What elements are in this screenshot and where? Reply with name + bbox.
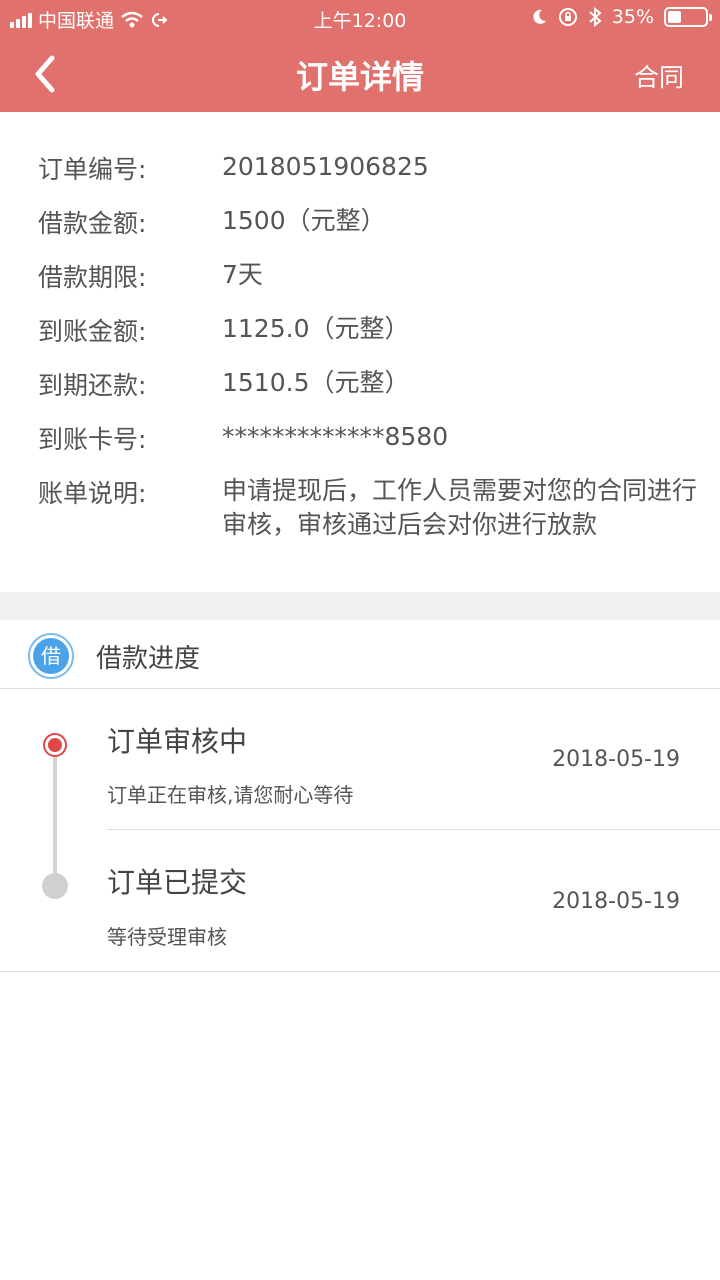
detail-label: 借款期限: bbox=[38, 263, 147, 292]
header: 中国联通 上午12:00 35% 订单详情 合同 bbox=[0, 0, 720, 112]
detail-value: 1510.5（元整） bbox=[222, 368, 410, 397]
step-divider bbox=[107, 829, 720, 830]
timeline-dot-inactive bbox=[42, 873, 68, 899]
detail-label: 到账卡号: bbox=[38, 425, 147, 454]
step-desc: 订单正在审核,请您耐心等待 bbox=[107, 783, 354, 807]
detail-label: 到期还款: bbox=[38, 371, 147, 400]
battery-percent: 35% bbox=[611, 6, 654, 28]
loan-badge-icon: 借 bbox=[28, 633, 74, 679]
contract-button[interactable]: 合同 bbox=[634, 58, 684, 94]
detail-label: 到账金额: bbox=[38, 317, 147, 346]
detail-value: 2018051906825 bbox=[222, 152, 429, 181]
detail-value: 1500（元整） bbox=[222, 206, 386, 235]
step-date: 2018-05-19 bbox=[552, 747, 680, 772]
step-date: 2018-05-19 bbox=[552, 889, 680, 914]
detail-value: 申请提现后，工作人员需要对您的合同进行审核，审核通过后会对你进行放款 bbox=[222, 476, 698, 539]
chevron-left-icon bbox=[35, 55, 55, 93]
status-right: 35% bbox=[530, 6, 712, 28]
detail-value: 1125.0（元整） bbox=[222, 314, 410, 343]
badge-label: 借 bbox=[33, 638, 69, 674]
timeline-line bbox=[53, 746, 57, 886]
battery-icon bbox=[664, 7, 712, 27]
progress-timeline: 订单审核中 2018-05-19 订单正在审核,请您耐心等待 订单已提交 201… bbox=[0, 690, 720, 972]
detail-value: 7天 bbox=[222, 260, 263, 289]
rotation-lock-icon bbox=[558, 8, 577, 26]
section-divider bbox=[0, 592, 720, 620]
nav-bar: 订单详情 合同 bbox=[0, 36, 720, 112]
progress-title: 借款进度 bbox=[96, 644, 201, 674]
detail-label: 借款金额: bbox=[38, 209, 147, 238]
progress-header: 借 借款进度 bbox=[0, 620, 720, 689]
timeline-dot-active bbox=[43, 733, 67, 757]
detail-label: 账单说明: bbox=[38, 479, 147, 508]
bluetooth-icon bbox=[589, 7, 602, 27]
moon-icon bbox=[533, 9, 546, 24]
battery-fill bbox=[668, 11, 681, 23]
status-bar: 中国联通 上午12:00 35% bbox=[0, 0, 720, 36]
back-button[interactable] bbox=[30, 52, 70, 96]
order-details: 订单编号: 2018051906825 借款金额: 1500（元整） 借款期限:… bbox=[0, 112, 720, 592]
step-title: 订单已提交 bbox=[107, 866, 248, 899]
detail-value: *************8580 bbox=[222, 422, 449, 451]
step-desc: 等待受理审核 bbox=[107, 925, 227, 949]
page-title: 订单详情 bbox=[295, 58, 424, 96]
detail-label: 订单编号: bbox=[38, 155, 147, 184]
step-title: 订单审核中 bbox=[107, 725, 248, 758]
